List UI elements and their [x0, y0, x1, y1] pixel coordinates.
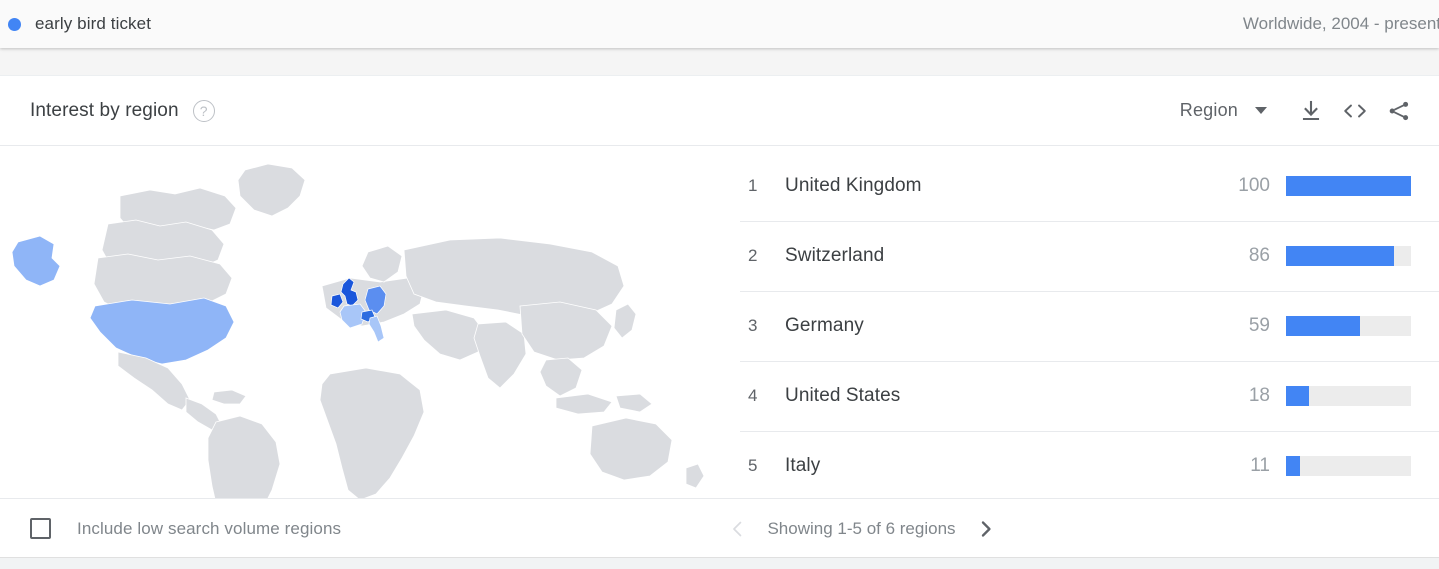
world-map[interactable]	[0, 146, 740, 498]
row-bar-fill	[1286, 456, 1300, 476]
pagination-text: Showing 1-5 of 6 regions	[767, 518, 956, 538]
table-row[interactable]: 4 United States 18	[740, 361, 1439, 431]
row-bar-track	[1286, 386, 1411, 406]
table-row[interactable]: 1 United Kingdom 100	[740, 151, 1439, 221]
row-region-name: United Kingdom	[785, 175, 922, 196]
trends-interest-by-region-panel: early bird ticket Worldwide, 2004 - pres…	[0, 0, 1439, 569]
row-rank: 4	[748, 386, 758, 405]
card-title-group: Interest by region ?	[30, 99, 215, 122]
row-bar-fill	[1286, 316, 1360, 336]
table-row[interactable]: 2 Switzerland 86	[740, 221, 1439, 291]
include-low-volume-checkbox[interactable]: Include low search volume regions	[30, 518, 341, 539]
map-base-landmasses	[11, 163, 705, 498]
card-body: 1 United Kingdom 100 2 Switzerland 86 3 …	[0, 146, 1439, 498]
map-region-alaska	[11, 235, 61, 287]
download-button[interactable]	[1289, 89, 1333, 133]
interest-by-region-card: Interest by region ? Region 1 United Kin…	[0, 75, 1439, 557]
pagination-control: Showing 1-5 of 6 regions	[720, 512, 1002, 546]
region-dropdown[interactable]: Region	[1180, 100, 1267, 121]
chevron-down-icon	[1255, 107, 1267, 114]
table-row[interactable]: 5 Italy 11	[740, 431, 1439, 501]
chevron-right-icon	[976, 519, 996, 539]
help-circle-icon[interactable]: ?	[192, 99, 215, 122]
download-icon	[1299, 99, 1323, 123]
search-term-bar: early bird ticket Worldwide, 2004 - pres…	[0, 0, 1439, 48]
scope-label: Worldwide, 2004 - present	[1242, 14, 1439, 33]
page-title: Interest by region	[30, 99, 179, 121]
row-region-name: Germany	[785, 315, 864, 336]
search-term-label: early bird ticket	[35, 14, 152, 33]
embed-button[interactable]	[1333, 89, 1377, 133]
card-footer: Include low search volume regions Showin…	[0, 498, 1439, 558]
row-bar-track	[1286, 176, 1411, 196]
prev-page-button[interactable]	[720, 512, 754, 546]
checkbox-label: Include low search volume regions	[77, 518, 342, 538]
embed-code-icon	[1342, 99, 1368, 123]
row-rank: 2	[748, 246, 758, 265]
next-page-button[interactable]	[969, 512, 1003, 546]
card-toolbar: Region	[1180, 89, 1421, 133]
checkbox-box-icon	[30, 518, 51, 539]
table-row[interactable]: 3 Germany 59	[740, 291, 1439, 361]
card-header: Interest by region ? Region	[0, 76, 1439, 146]
row-bar-fill	[1286, 246, 1394, 266]
series-color-dot	[8, 17, 21, 31]
row-bar-fill	[1286, 176, 1411, 196]
region-dropdown-label: Region	[1179, 100, 1238, 120]
row-value: 11	[1250, 455, 1270, 476]
share-button[interactable]	[1377, 89, 1421, 133]
share-icon	[1387, 99, 1411, 123]
row-rank: 5	[748, 456, 758, 475]
row-value: 86	[1248, 245, 1270, 266]
row-rank: 1	[748, 176, 758, 195]
row-value: 100	[1238, 175, 1270, 196]
row-rank: 3	[748, 316, 758, 335]
row-region-name: Switzerland	[785, 245, 885, 266]
world-map-svg	[11, 163, 705, 498]
row-value: 59	[1248, 315, 1270, 336]
row-bar-track	[1286, 456, 1411, 476]
row-bar-track	[1286, 246, 1411, 266]
search-term-chip[interactable]: early bird ticket	[0, 14, 1243, 34]
bottom-background-strip	[0, 557, 1439, 569]
chevron-left-icon	[727, 519, 747, 539]
row-region-name: United States	[785, 385, 901, 406]
row-bar-track	[1286, 316, 1411, 336]
map-region-united-states	[89, 297, 235, 365]
row-bar-fill	[1286, 386, 1309, 406]
geo-list: 1 United Kingdom 100 2 Switzerland 86 3 …	[740, 146, 1439, 498]
background-gap-strip	[0, 48, 1439, 75]
row-region-name: Italy	[785, 455, 821, 476]
row-value: 18	[1248, 385, 1270, 406]
